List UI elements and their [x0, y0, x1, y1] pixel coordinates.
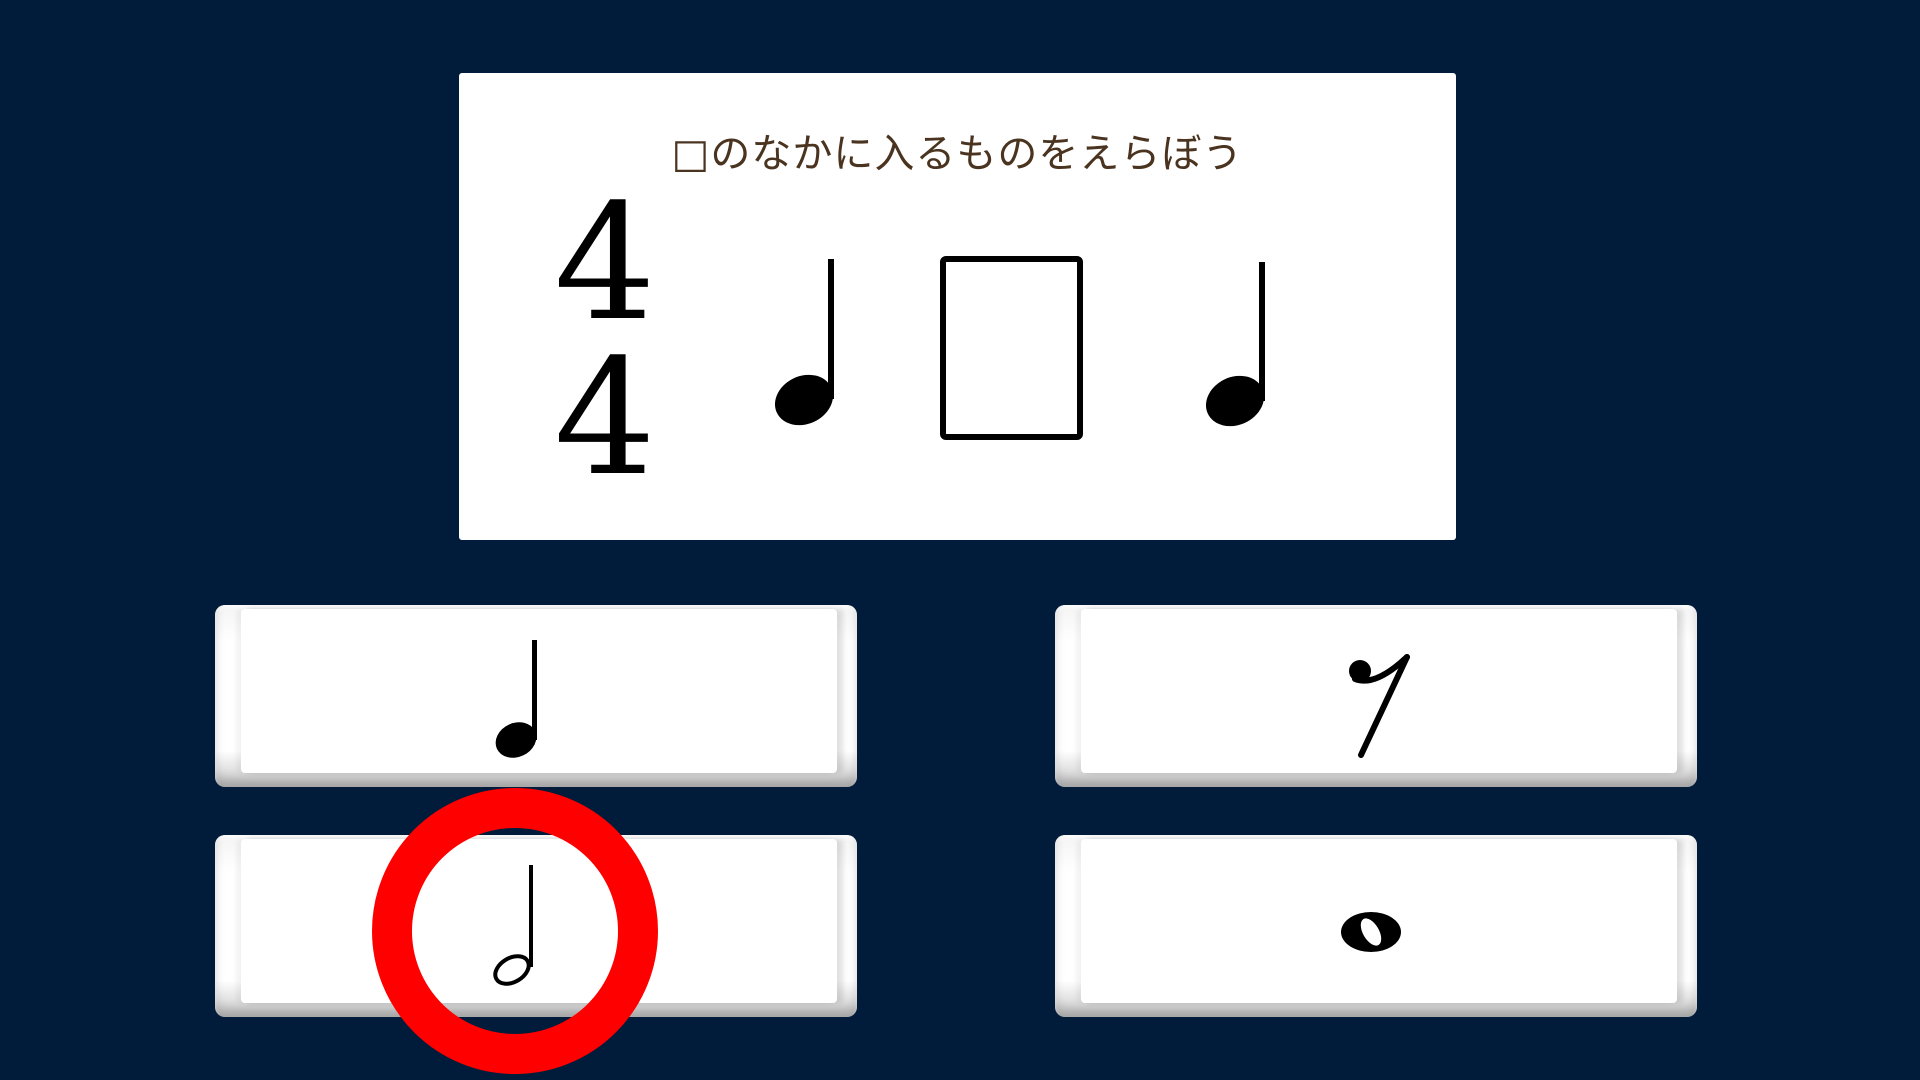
whole-note-icon: [1341, 912, 1401, 952]
rhythm-sequence: 4 4: [554, 169, 1265, 511]
game-screen: □のなかに入るものをえらぼう 4 4: [0, 0, 1920, 1080]
quarter-note-icon: [1205, 262, 1265, 427]
answer-button-quarter-note[interactable]: [215, 605, 857, 787]
half-note-icon: [493, 865, 533, 986]
answer-button-eighth-rest[interactable]: [1055, 605, 1697, 787]
time-signature-bottom: 4: [554, 324, 656, 511]
question-card: □のなかに入るものをえらぼう 4 4: [459, 73, 1456, 540]
time-signature: 4 4: [554, 169, 656, 511]
blank-box: [940, 256, 1083, 440]
eighth-rest-icon: [1349, 654, 1410, 758]
quarter-note-icon: [774, 259, 834, 426]
quarter-note-icon: [495, 640, 537, 758]
answer-button-whole-note[interactable]: [1055, 835, 1697, 1017]
answer-button-half-note[interactable]: [215, 835, 857, 1017]
